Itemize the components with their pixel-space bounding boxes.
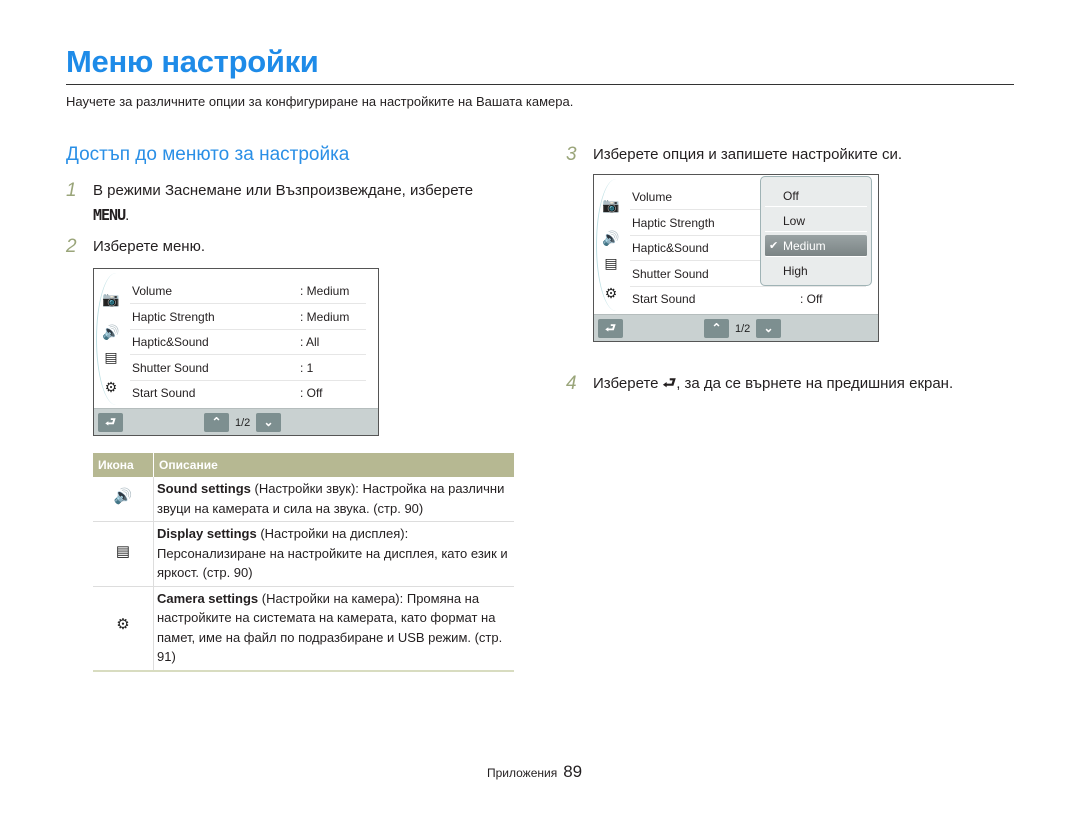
page-up-button[interactable]: ⌃ [704, 319, 729, 338]
option-off[interactable]: Off [765, 185, 867, 207]
step-text-before: Изберете [593, 375, 659, 392]
step-number: 4 [566, 373, 577, 394]
header-divider [153, 453, 154, 477]
option-label: Medium [783, 239, 826, 253]
step-text: В режими Заснемане или Възпроизвеждане, … [93, 182, 474, 199]
title-divider [66, 84, 1014, 85]
page-footer: Приложения 89 [487, 762, 582, 782]
row-title: Camera settings [157, 590, 259, 606]
column-divider [153, 586, 154, 670]
step-4: 4 Изберете ⮐, за да се върнете на предиш… [566, 372, 1026, 396]
row-value: : Medium [300, 310, 350, 324]
step-text: Изберете опция и запишете настройките си… [593, 146, 902, 163]
section-heading: Достъп до менюто за настройка [66, 144, 350, 165]
page-indicator: 1/2 [735, 323, 751, 335]
row-value: : Off [800, 292, 823, 306]
row-label: Volume [132, 284, 173, 298]
header-icon: Икона [98, 458, 134, 472]
row-value: : Off [300, 386, 323, 400]
option-label: Low [783, 214, 806, 228]
back-icon: ⮐ [662, 375, 677, 392]
row-label: Haptic&Sound [632, 241, 709, 255]
intro-text: Научете за различните опции за конфигури… [66, 94, 574, 109]
step-text-line2: MENU. [93, 203, 129, 228]
row-label: Haptic&Sound [132, 335, 209, 349]
table-row: ▤ Display settings (Настройки на дисплея… [93, 522, 514, 587]
option-low[interactable]: Low [765, 210, 867, 232]
step-text: Изберете меню. [93, 238, 206, 255]
camera-screen-settings-list: 📷 🔊 ▤ ⚙ Volume : Medium Haptic Strength : … [93, 268, 379, 436]
menu-row-start-sound[interactable]: Start Sound : Off [130, 381, 366, 406]
row-label: Shutter Sound [132, 361, 209, 375]
row-label: Haptic Strength [132, 310, 215, 324]
table-row: ⚙ Camera settings (Настройки на камера):… [93, 586, 514, 672]
row-label: Volume [632, 190, 673, 204]
option-label: Off [783, 189, 799, 203]
row-label: Shutter Sound [632, 267, 709, 281]
column-divider [153, 522, 154, 586]
column-divider [153, 477, 154, 521]
row-description: Camera settings (Настройки на камера): П… [157, 587, 514, 670]
header-description: Описание [159, 458, 218, 472]
row-value: : 1 [300, 361, 314, 375]
menu-row-volume[interactable]: Volume : Medium [130, 279, 366, 304]
camera-settings-icon[interactable]: 📷 [102, 291, 120, 308]
menu-row-start-sound[interactable]: Start Sound : Off [630, 287, 866, 312]
screen-bottom-bar: ⮐ ⌃ 1/2 ⌄ [94, 408, 378, 435]
step-number: 2 [66, 236, 77, 257]
menu-row-shutter-sound[interactable]: Shutter Sound : 1 [130, 356, 366, 381]
page-indicator: 1/2 [235, 417, 251, 429]
row-value: : Medium [300, 284, 350, 298]
table-header: Икона Описание [93, 453, 514, 477]
row-description: Sound settings (Настройки звук): Настрой… [157, 477, 514, 521]
option-label: High [783, 264, 808, 278]
step-2: 2 Изберете меню. [66, 235, 366, 259]
gear-icon: ⚙ [116, 615, 130, 633]
row-description: Display settings (Настройки на дисплея):… [157, 522, 514, 586]
sound-icon[interactable]: 🔊 [102, 324, 120, 341]
step-3: 3 Изберете опция и запишете настройките … [566, 143, 1006, 167]
row-value: : All [300, 335, 320, 349]
row-label: Start Sound [632, 292, 696, 306]
page-up-button[interactable]: ⌃ [204, 413, 229, 432]
camera-settings-icon[interactable]: 📷 [602, 197, 620, 214]
page-down-button[interactable]: ⌄ [756, 319, 781, 338]
menu-row-haptic-strength[interactable]: Haptic Strength : Medium [130, 305, 366, 330]
icon-description-table: Икона Описание 🔊 Sound settings (Настрой… [93, 453, 514, 672]
back-button[interactable]: ⮐ [98, 413, 123, 432]
display-icon: ▤ [115, 543, 131, 560]
menu-row-haptic-sound[interactable]: Haptic&Sound : All [130, 330, 366, 355]
footer-section-label: Приложения [487, 766, 558, 780]
volume-options-popup: Off Low ✔ Medium High [760, 176, 872, 286]
gear-icon[interactable]: ⚙ [602, 285, 620, 302]
step-number: 3 [566, 144, 577, 165]
option-high[interactable]: High [765, 260, 867, 282]
step-text: Изберете ⮐, за да се върнете на предишни… [593, 372, 953, 396]
option-medium-selected[interactable]: ✔ Medium [765, 235, 867, 257]
camera-screen-volume-popup: 📷 🔊 ▤ ⚙ Volume Haptic Strength Haptic&So… [593, 174, 879, 342]
step-punct: . [125, 207, 130, 224]
page-down-button[interactable]: ⌄ [256, 413, 281, 432]
step-number: 1 [66, 180, 77, 201]
row-title: Sound settings [157, 481, 251, 496]
page-title: Меню настройки [66, 44, 319, 79]
screen-bottom-bar: ⮐ ⌃ 1/2 ⌄ [594, 314, 878, 341]
page-number: 89 [563, 762, 583, 781]
check-icon: ✔ [769, 240, 779, 252]
row-label: Start Sound [132, 386, 196, 400]
display-icon[interactable]: ▤ [102, 349, 120, 366]
row-label: Haptic Strength [632, 216, 715, 230]
back-button[interactable]: ⮐ [598, 319, 623, 338]
sound-icon: 🔊 [113, 488, 133, 505]
step-text-after: , за да се върнете на предишния екран. [676, 375, 954, 392]
menu-button-icon: MENU [93, 206, 126, 224]
row-title: Display settings [157, 526, 257, 541]
sound-icon[interactable]: 🔊 [602, 230, 620, 247]
display-icon[interactable]: ▤ [602, 255, 620, 272]
step-1: 1 В режими Заснемане или Възпроизвеждане… [66, 179, 526, 229]
table-row: 🔊 Sound settings (Настройки звук): Настр… [93, 477, 514, 522]
gear-icon[interactable]: ⚙ [102, 379, 120, 396]
